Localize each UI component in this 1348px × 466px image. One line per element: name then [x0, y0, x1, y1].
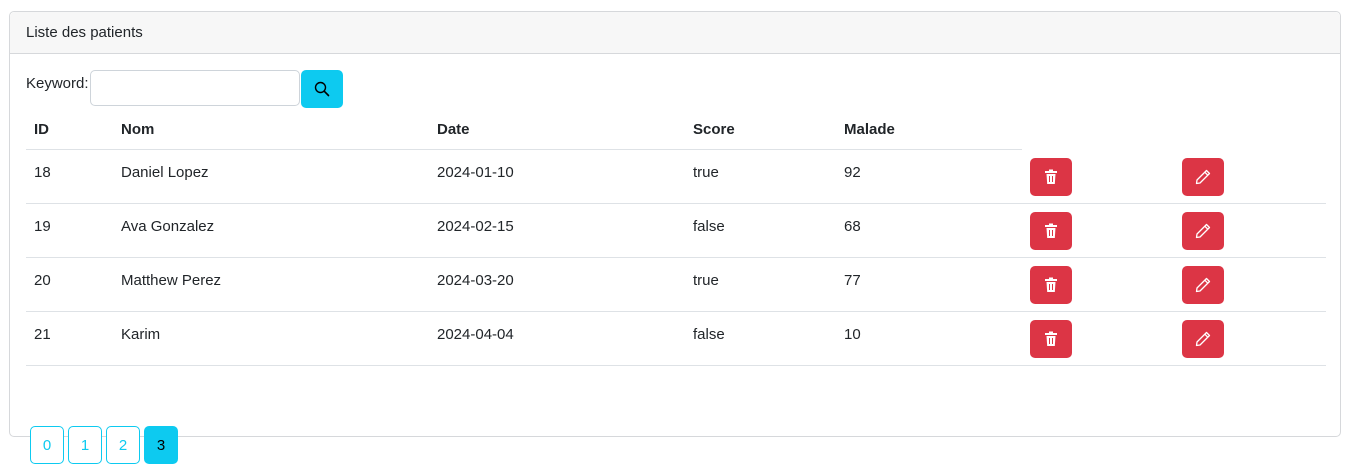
header-date: Date — [429, 110, 685, 150]
header-nom: Nom — [113, 110, 429, 150]
edit-cell — [1174, 311, 1326, 366]
delete-button[interactable] — [1030, 320, 1072, 358]
cell-malade: 10 — [836, 311, 1022, 366]
cell-malade: 92 — [836, 149, 1022, 204]
cell-date: 2024-02-15 — [429, 203, 685, 258]
delete-cell — [1022, 311, 1174, 366]
search-button[interactable] — [300, 70, 343, 108]
cell-nom: Ava Gonzalez — [113, 203, 429, 258]
delete-button[interactable] — [1030, 212, 1072, 250]
edit-cell — [1174, 257, 1326, 312]
cell-malade: 68 — [836, 203, 1022, 258]
edit-cell — [1174, 149, 1326, 204]
cell-score: false — [685, 311, 836, 366]
edit-button[interactable] — [1182, 212, 1224, 250]
delete-button[interactable] — [1030, 157, 1072, 196]
cell-score: false — [685, 203, 836, 258]
header-delete-blank — [1022, 110, 1174, 150]
pagination: 0 1 2 3 — [30, 426, 178, 464]
pencil-icon — [1195, 169, 1211, 184]
cell-date: 2024-03-20 — [429, 257, 685, 312]
patients-table: ID Nom Date Score Malade 18 Daniel Lopez… — [26, 110, 1326, 366]
patients-card: Liste des patients Keyword: ID Nom Date … — [9, 11, 1341, 464]
keyword-label: Keyword: — [26, 75, 89, 92]
search-form: Keyword: — [26, 70, 343, 108]
card-header: Liste des patients — [10, 12, 1340, 54]
header-malade: Malade — [836, 110, 1022, 150]
trash-icon — [1045, 277, 1057, 292]
delete-cell — [1022, 149, 1174, 204]
page-button-2[interactable]: 2 — [106, 426, 140, 464]
pencil-icon — [1195, 223, 1211, 239]
table-row: 20 Matthew Perez 2024-03-20 true 77 — [26, 257, 1326, 312]
cell-id: 18 — [26, 149, 113, 204]
page-button-1[interactable]: 1 — [68, 426, 102, 464]
cell-nom: Daniel Lopez — [113, 149, 429, 204]
page-button-3[interactable]: 3 — [144, 426, 178, 464]
cell-nom: Karim — [113, 311, 429, 366]
cell-id: 21 — [26, 311, 113, 366]
header-id: ID — [26, 110, 113, 150]
cell-date: 2024-01-10 — [429, 149, 685, 204]
keyword-input[interactable] — [89, 70, 300, 106]
delete-button[interactable] — [1030, 266, 1072, 304]
edit-button[interactable] — [1182, 157, 1224, 196]
pencil-icon — [1195, 331, 1211, 347]
search-icon — [314, 81, 329, 97]
cell-nom: Matthew Perez — [113, 257, 429, 312]
cell-id: 20 — [26, 257, 113, 312]
delete-cell — [1022, 257, 1174, 312]
trash-icon — [1045, 331, 1057, 346]
page-button-0[interactable]: 0 — [30, 426, 64, 464]
edit-button[interactable] — [1182, 320, 1224, 358]
cell-id: 19 — [26, 203, 113, 258]
pencil-icon — [1195, 277, 1211, 293]
cell-score: true — [685, 149, 836, 204]
trash-icon — [1045, 223, 1057, 238]
header-edit-blank — [1174, 110, 1326, 150]
delete-cell — [1022, 203, 1174, 258]
card-title: Liste des patients — [26, 24, 143, 41]
edit-button[interactable] — [1182, 266, 1224, 304]
table-header-row: ID Nom Date Score Malade — [26, 110, 1326, 150]
cell-malade: 77 — [836, 257, 1022, 312]
header-score: Score — [685, 110, 836, 150]
table-row: 21 Karim 2024-04-04 false 10 — [26, 311, 1326, 366]
cell-score: true — [685, 257, 836, 312]
table-row: 19 Ava Gonzalez 2024-02-15 false 68 — [26, 203, 1326, 258]
edit-cell — [1174, 203, 1326, 258]
cell-date: 2024-04-04 — [429, 311, 685, 366]
trash-icon — [1045, 169, 1057, 184]
table-row: 18 Daniel Lopez 2024-01-10 true 92 — [26, 149, 1326, 204]
